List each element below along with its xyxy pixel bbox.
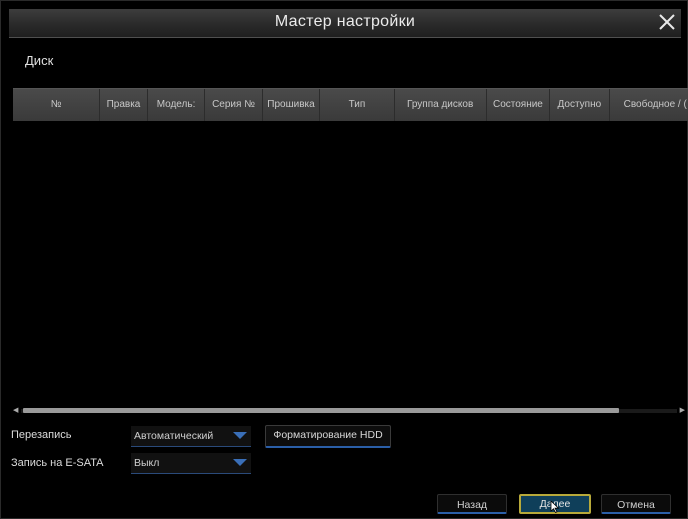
close-icon[interactable] [655,10,679,34]
column-header-free[interactable]: Свободное / ( [610,89,688,121]
esata-record-label: Запись на E-SATA [11,457,104,469]
column-header-status[interactable]: Состояние [487,89,551,121]
overwrite-select[interactable]: Автоматический [131,426,251,447]
column-header-disk-group[interactable]: Группа дисков [395,89,487,121]
esata-record-select[interactable]: Выкл [131,453,251,474]
column-header-firmware[interactable]: Прошивка [263,89,321,121]
overwrite-label: Перезапись [11,429,72,441]
horizontal-scrollbar[interactable]: ◀ ▶ [13,407,685,414]
column-header-serial[interactable]: Серия № [205,89,263,121]
section-title: Диск [25,53,54,68]
back-button[interactable]: Назад [437,494,507,514]
mouse-cursor-icon [550,500,560,514]
column-header-model[interactable]: Модель: [148,89,206,121]
disk-table-header: № Правка Модель: Серия № Прошивка Тип Гр… [13,88,688,121]
overwrite-value: Автоматический [134,430,214,442]
column-header-type[interactable]: Тип [320,89,395,121]
title-bar: Мастер настройки [9,9,681,38]
column-header-available[interactable]: Доступно [550,89,610,121]
window-title: Мастер настройки [274,13,416,30]
scrollbar-thumb[interactable] [23,408,619,413]
scroll-left-icon[interactable]: ◀ [13,407,18,414]
esata-record-value: Выкл [134,457,160,469]
column-header-edit[interactable]: Правка [100,89,148,121]
chevron-down-icon [233,459,247,466]
scroll-right-icon[interactable]: ▶ [680,407,685,414]
chevron-down-icon [233,432,247,439]
setup-wizard-window: Мастер настройки Диск № Правка Модель: С… [0,0,688,519]
format-hdd-button[interactable]: Форматирование HDD [265,425,391,448]
cancel-button[interactable]: Отмена [601,494,671,514]
column-header-number[interactable]: № [13,89,101,121]
